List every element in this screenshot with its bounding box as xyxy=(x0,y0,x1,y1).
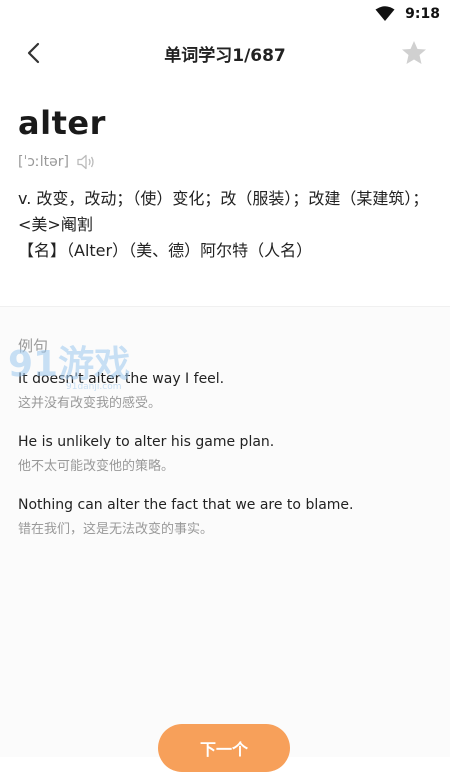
example-chinese: 他不太可能改变他的策略。 xyxy=(18,459,175,474)
speaker-icon[interactable] xyxy=(77,154,95,170)
back-arrow-icon[interactable] xyxy=(22,40,48,66)
next-button-label: 下一个 xyxy=(199,740,248,759)
definition-line: 【名】（Alter）（美、德）阿尔特（人名） xyxy=(18,241,313,260)
definition-line: v. 改变，改动；（使）变化；改（服装）；改建（某建筑）；<美>阉割 xyxy=(18,189,429,234)
wifi-icon xyxy=(375,6,395,21)
word-text: alter xyxy=(18,104,106,142)
watermark-site: 91danji.com xyxy=(66,382,121,392)
example-item: Nothing can alter the fact that we are t… xyxy=(18,494,432,541)
watermark-brand: 91游戏 xyxy=(8,344,130,385)
nav-bar: 单词学习1/687 xyxy=(0,28,450,78)
phonetic: [ˈɔːltər] xyxy=(18,154,69,170)
status-bar: 9:18 xyxy=(0,0,450,28)
favorite-star-icon[interactable] xyxy=(400,39,428,67)
example-item: He is unlikely to alter his game plan. 他… xyxy=(18,431,432,478)
example-chinese: 错在我们，这是无法改变的事实。 xyxy=(18,522,214,537)
phonetic-row: [ˈɔːltər] xyxy=(18,154,432,170)
example-chinese: 这并没有改变我的感受。 xyxy=(18,396,162,411)
watermark-logo: 91游戏 91danji.com xyxy=(8,344,130,392)
status-time: 9:18 xyxy=(405,6,440,22)
example-english: He is unlikely to alter his game plan. xyxy=(18,434,275,450)
next-word-button[interactable]: 下一个 xyxy=(158,724,290,772)
example-english: Nothing can alter the fact that we are t… xyxy=(18,497,354,513)
page-title: 单词学习1/687 xyxy=(164,45,286,66)
definitions: v. 改变，改动；（使）变化；改（服装）；改建（某建筑）；<美>阉割 【名】（A… xyxy=(18,186,432,264)
word-section: alter [ˈɔːltər] v. 改变，改动；（使）变化；改（服装）；改建（… xyxy=(0,78,450,264)
